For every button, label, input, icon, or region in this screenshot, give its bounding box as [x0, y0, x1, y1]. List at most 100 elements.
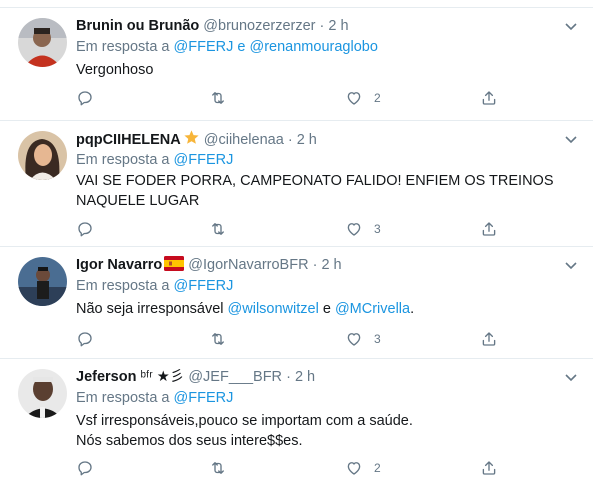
tweet-text-line: Vergonhoso: [76, 62, 154, 78]
reply-prefix: Em resposta a: [76, 152, 170, 168]
heart-icon: [347, 462, 361, 475]
share-button[interactable]: [480, 329, 498, 349]
and-word: e: [237, 39, 246, 55]
reply-button[interactable]: [76, 219, 94, 239]
spain-flag-emoji-icon: [164, 256, 185, 271]
tweet-header: Jeferson ᵇᶠʳ ★彡 @JEF___BFR · 2 h: [76, 367, 315, 387]
heart-icon: [347, 333, 361, 346]
display-name[interactable]: Jeferson: [76, 369, 136, 385]
reply-feed: Brunin ou Brunão @brunozerzerzer · 2 h E…: [0, 0, 593, 490]
tweet-actions: 2: [76, 88, 516, 108]
display-name[interactable]: Igor Navarro: [76, 257, 162, 273]
mention-link[interactable]: @renanmouraglobo: [250, 39, 378, 55]
heart-icon: [347, 92, 361, 105]
separator-dot: ·: [287, 132, 293, 148]
like-count: 2: [374, 91, 381, 105]
reply-button[interactable]: [76, 88, 94, 108]
avatar[interactable]: [18, 18, 67, 67]
reply-button[interactable]: [76, 329, 94, 349]
tweet-header: Igor Navarro @IgorNavarroBFR · 2 h: [76, 255, 342, 275]
username[interactable]: @ciihelenaa: [204, 132, 284, 148]
retweet-button[interactable]: [209, 219, 227, 239]
tweet-actions: 3: [76, 329, 516, 349]
tweet-text-part: .: [410, 301, 415, 317]
username[interactable]: @brunozerzerzer: [203, 18, 315, 34]
tweet-text: Não seja irresponsável @wilsonwitzel e @…: [76, 299, 576, 319]
mention-link[interactable]: @MCrivella: [335, 301, 410, 317]
mention-link[interactable]: @FFERJ: [174, 390, 234, 406]
chevron-down-icon[interactable]: [563, 257, 579, 273]
retweet-button[interactable]: [209, 88, 227, 108]
retweet-button[interactable]: [209, 458, 227, 478]
mention-link[interactable]: @FFERJ: [174, 39, 234, 55]
mention-link[interactable]: @FFERJ: [174, 152, 234, 168]
tweet[interactable]: Jeferson ᵇᶠʳ ★彡 @JEF___BFR · 2 h Em resp…: [0, 359, 593, 490]
tweet-actions: 2: [76, 458, 516, 478]
display-name-suffix: ᵇᶠʳ ★彡: [140, 369, 185, 385]
share-button[interactable]: [480, 458, 498, 478]
timestamp[interactable]: 2 h: [321, 257, 341, 273]
timestamp[interactable]: 2 h: [328, 18, 348, 34]
tweet-text: VAI SE FODER PORRA, CAMPEONATO FALIDO! E…: [76, 171, 576, 211]
display-name[interactable]: pqpCIIHELENA: [76, 132, 181, 148]
tweet-header: pqpCIIHELENA @ciihelenaa · 2 h: [76, 129, 317, 149]
tweet-text: Vsf irresponsáveis,pouco se importam com…: [76, 411, 576, 451]
share-button[interactable]: [480, 88, 498, 108]
heart-icon: [347, 223, 361, 236]
tweet-text-part: e: [318, 301, 335, 317]
tweet-text-line: NAQUELE LUGAR: [76, 193, 200, 209]
mention-link[interactable]: @wilsonwitzel: [228, 301, 319, 317]
separator-dot: ·: [286, 369, 291, 385]
separator-dot: ·: [319, 18, 325, 34]
tweet-actions: 3: [76, 219, 516, 239]
timestamp[interactable]: 2 h: [297, 132, 317, 148]
reply-icon: [78, 332, 92, 347]
tweet[interactable]: Brunin ou Brunão @brunozerzerzer · 2 h E…: [0, 8, 593, 121]
reply-prefix: Em resposta a: [76, 390, 170, 406]
tweet-text-line: VAI SE FODER PORRA, CAMPEONATO FALIDO! E…: [76, 173, 554, 189]
retweet-button[interactable]: [209, 329, 227, 349]
tweet[interactable]: pqpCIIHELENA @ciihelenaa · 2 h Em respos…: [0, 121, 593, 247]
reply-prefix: Em resposta a: [76, 278, 170, 294]
reply-context: Em resposta a @FFERJ: [76, 277, 233, 296]
retweet-icon: [212, 223, 224, 235]
reply-icon: [78, 461, 92, 476]
tweet-text-part: Não seja irresponsável: [76, 301, 228, 317]
reply-icon: [78, 91, 92, 106]
separator-dot: ·: [312, 257, 318, 273]
avatar[interactable]: [18, 369, 67, 418]
chevron-down-icon[interactable]: [563, 369, 579, 385]
tweet-text-line: Nós sabemos dos seus intere$$es.: [76, 433, 303, 449]
username[interactable]: @JEF___BFR: [188, 369, 282, 385]
like-button[interactable]: 2: [345, 88, 381, 108]
reply-icon: [78, 222, 92, 237]
chevron-down-icon[interactable]: [563, 131, 579, 147]
tweet-text: Vergonhoso: [76, 60, 576, 80]
display-name[interactable]: Brunin ou Brunão: [76, 18, 199, 34]
like-button[interactable]: 3: [345, 329, 381, 349]
like-count: 3: [374, 222, 381, 236]
reply-context: Em resposta a @FFERJ e @renanmouraglobo: [76, 38, 378, 57]
mention-link[interactable]: @FFERJ: [174, 278, 234, 294]
reply-prefix: Em resposta a: [76, 39, 170, 55]
like-count: 3: [374, 332, 381, 346]
avatar[interactable]: [18, 257, 67, 306]
avatar[interactable]: [18, 131, 67, 180]
like-button[interactable]: 2: [345, 458, 381, 478]
reply-context: Em resposta a @FFERJ: [76, 151, 233, 170]
share-button[interactable]: [480, 219, 498, 239]
share-icon: [482, 461, 496, 475]
timestamp[interactable]: 2 h: [295, 369, 315, 385]
like-button[interactable]: 3: [345, 219, 381, 239]
retweet-icon: [212, 92, 224, 104]
retweet-icon: [212, 333, 224, 345]
share-icon: [482, 332, 496, 346]
tweet-text-line: Vsf irresponsáveis,pouco se importam com…: [76, 413, 413, 429]
retweet-icon: [212, 462, 224, 474]
username[interactable]: @IgorNavarroBFR: [188, 257, 308, 273]
reply-button[interactable]: [76, 458, 94, 478]
share-icon: [482, 91, 496, 105]
like-count: 2: [374, 461, 381, 475]
chevron-down-icon[interactable]: [563, 18, 579, 34]
tweet[interactable]: Igor Navarro @IgorNavarroBFR · 2 h Em re…: [0, 247, 593, 359]
